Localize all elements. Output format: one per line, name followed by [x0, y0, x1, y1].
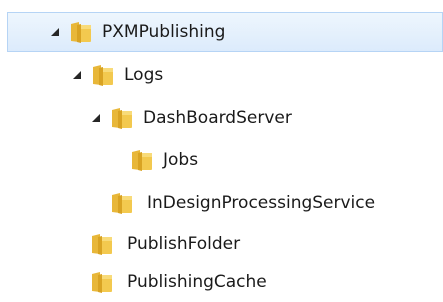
folder-icon	[109, 105, 135, 131]
tree-item-indesignprocessingservice[interactable]: InDesignProcessingService	[109, 183, 443, 223]
tree-item-dashboardserver[interactable]: DashBoardServer	[87, 98, 437, 138]
tree-item-publishfolder[interactable]: PublishFolder	[89, 224, 429, 264]
tree-item-logs[interactable]: Logs	[68, 55, 438, 95]
tree-item-label: PXMPublishing	[102, 22, 226, 42]
tree-item-label: DashBoardServer	[143, 108, 292, 128]
tree-item-pxmpublishing[interactable]: PXMPublishing	[7, 12, 443, 52]
folder-icon	[68, 19, 94, 45]
tree-item-label: Jobs	[163, 150, 199, 170]
folder-icon	[109, 190, 135, 216]
expanded-arrow-icon[interactable]	[68, 66, 86, 84]
expanded-arrow-icon[interactable]	[46, 23, 64, 41]
folder-tree: PXMPublishing Logs DashBoardServer Jobs …	[0, 0, 443, 302]
folder-icon	[89, 269, 115, 295]
tree-item-publishingcache[interactable]: PublishingCache	[89, 262, 429, 302]
tree-item-jobs[interactable]: Jobs	[129, 140, 429, 180]
tree-item-label: Logs	[124, 65, 164, 85]
tree-item-label: InDesignProcessingService	[147, 193, 376, 213]
folder-icon	[89, 231, 115, 257]
tree-item-label: PublishFolder	[127, 234, 241, 254]
expanded-arrow-icon[interactable]	[87, 109, 105, 127]
folder-icon	[90, 62, 116, 88]
folder-icon	[129, 147, 155, 173]
tree-item-label: PublishingCache	[127, 272, 267, 292]
